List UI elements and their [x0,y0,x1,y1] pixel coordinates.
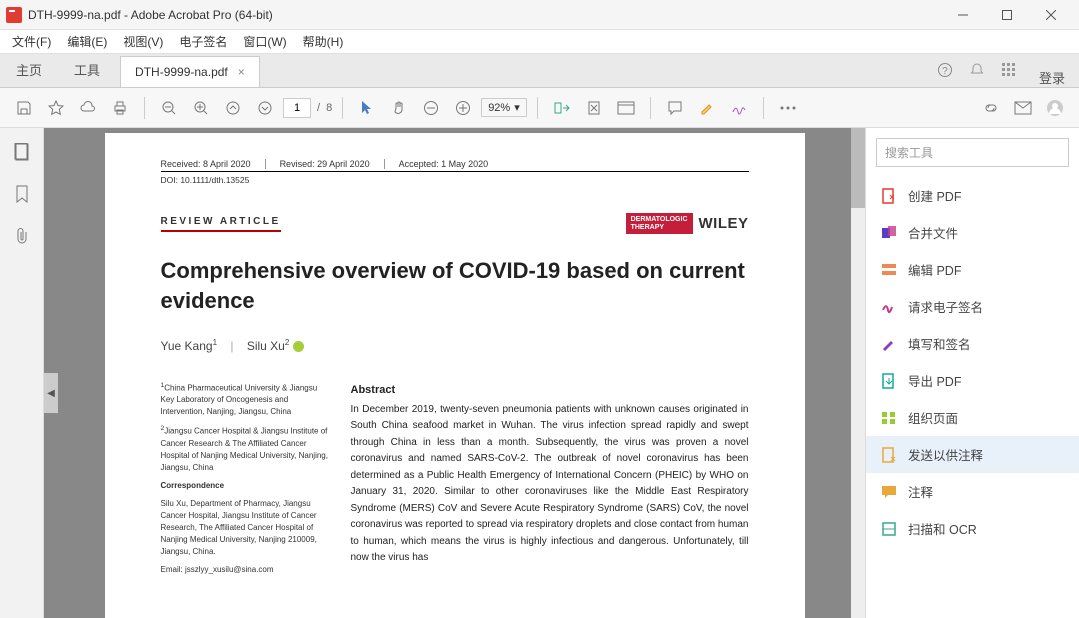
zoom-value: 92% [488,102,510,114]
menu-bar: 文件(F) 编辑(E) 视图(V) 电子签名 窗口(W) 帮助(H) [0,30,1079,54]
article-dates: Received: 8 April 2020 Revised: 29 April… [161,159,749,172]
save-icon[interactable] [10,94,38,122]
apps-icon[interactable] [993,53,1025,87]
chevron-down-icon: ▾ [514,101,520,114]
close-button[interactable] [1029,0,1073,30]
tool-combine[interactable]: 合并文件 [866,214,1079,251]
tool-send-comments[interactable]: 发送以供注释 [866,436,1079,473]
maximize-button[interactable] [985,0,1029,30]
authors: Yue Kang1 | Silu Xu2 [161,338,749,353]
account-icon[interactable] [1041,94,1069,122]
orcid-icon [293,341,304,352]
fit-width-icon[interactable] [548,94,576,122]
main-area: ◀ ▶ Received: 8 April 2020 Revised: 29 A… [0,128,1079,618]
date-revised: Revised: 29 April 2020 [280,159,385,169]
page-up-icon[interactable] [219,94,247,122]
plus-icon[interactable] [449,94,477,122]
help-icon[interactable]: ? [929,53,961,87]
tool-organize[interactable]: 组织页面 [866,399,1079,436]
minimize-button[interactable] [941,0,985,30]
publisher-logo: WILEY [699,215,749,232]
tool-export-pdf[interactable]: 导出 PDF [866,362,1079,399]
tab-tools[interactable]: 工具 [58,52,116,87]
tools-list: 创建 PDF 合并文件 编辑 PDF 请求电子签名 填写和签名 导出 PDF 组… [866,177,1079,618]
menu-sign[interactable]: 电子签名 [171,30,235,53]
tab-document-label: DTH-9999-na.pdf [135,65,228,79]
doi: DOI: 10.1111/dth.13525 [161,175,749,185]
collapse-left-icon[interactable]: ◀ [44,373,58,413]
abstract: Abstract In December 2019, twenty-seven … [351,381,749,582]
fit-page-icon[interactable] [580,94,608,122]
bell-icon[interactable] [961,53,993,87]
title-bar: DTH-9999-na.pdf - Adobe Acrobat Pro (64-… [0,0,1079,30]
menu-window[interactable]: 窗口(W) [235,30,294,53]
pdf-file-icon [6,7,22,23]
zoom-in-icon[interactable] [187,94,215,122]
tool-comment[interactable]: 注释 [866,473,1079,510]
correspondence-heading: Correspondence [161,480,331,492]
highlight-icon[interactable] [693,94,721,122]
minus-icon[interactable] [417,94,445,122]
zoom-out-icon[interactable] [155,94,183,122]
pointer-icon[interactable] [353,94,381,122]
scrollbar-thumb[interactable] [851,128,865,208]
left-sidebar [0,128,44,618]
svg-text:?: ? [942,66,948,77]
cloud-icon[interactable] [74,94,102,122]
search-tools-input[interactable]: 搜索工具 [876,138,1069,167]
read-mode-icon[interactable] [612,94,640,122]
hand-icon[interactable] [385,94,413,122]
sign-icon[interactable] [725,94,753,122]
tool-scan-ocr[interactable]: 扫描和 OCR [866,510,1079,547]
menu-help[interactable]: 帮助(H) [295,30,352,53]
correspondence-email: Email: jsszlyy_xusilu@sina.com [161,564,331,576]
menu-edit[interactable]: 编辑(E) [59,30,115,53]
tab-close-icon[interactable]: × [238,65,245,79]
comment-icon[interactable] [661,94,689,122]
tool-fill-sign[interactable]: 填写和签名 [866,325,1079,362]
print-icon[interactable] [106,94,134,122]
tools-panel: 搜索工具 创建 PDF 合并文件 编辑 PDF 请求电子签名 填写和签名 导出 … [865,128,1079,618]
page-down-icon[interactable] [251,94,279,122]
pdf-page: Received: 8 April 2020 Revised: 29 April… [105,133,805,618]
page-total: 8 [326,102,332,114]
scrollbar[interactable] [851,128,865,618]
attachment-icon[interactable] [12,226,32,246]
tab-home[interactable]: 主页 [0,52,58,87]
page-sep: / [317,102,320,114]
page-current-input[interactable] [283,98,311,118]
journal-badge: DERMATOLOGIC THERAPY [626,213,693,234]
author-2: Silu Xu [247,339,285,353]
correspondence: Silu Xu, Department of Pharmacy, Jiangsu… [161,498,331,558]
article-type: REVIEW ARTICLE [161,216,281,232]
author-1: Yue Kang [161,339,213,353]
tool-create-pdf[interactable]: 创建 PDF [866,177,1079,214]
toolbar: / 8 92% ▾ [0,88,1079,128]
date-accepted: Accepted: 1 May 2020 [399,159,503,169]
affiliations: 1China Pharmaceutical University & Jiang… [161,381,331,582]
article-title: Comprehensive overview of COVID-19 based… [161,256,749,315]
document-viewport[interactable]: ◀ ▶ Received: 8 April 2020 Revised: 29 A… [44,128,865,618]
thumbnails-icon[interactable] [12,142,32,162]
tab-bar: 主页 工具 DTH-9999-na.pdf × ? 登录 [0,54,1079,88]
bookmark-icon[interactable] [12,184,32,204]
menu-file[interactable]: 文件(F) [4,30,59,53]
tool-request-sign[interactable]: 请求电子签名 [866,288,1079,325]
journal-brand: DERMATOLOGIC THERAPY WILEY [626,213,749,234]
abstract-heading: Abstract [351,381,749,399]
star-icon[interactable] [42,94,70,122]
date-received: Received: 8 April 2020 [161,159,266,169]
login-button[interactable]: 登录 [1025,68,1079,87]
zoom-select[interactable]: 92% ▾ [481,98,527,117]
menu-view[interactable]: 视图(V) [115,30,171,53]
abstract-text: In December 2019, twenty-seven pneumonia… [351,402,749,567]
more-icon[interactable] [774,94,802,122]
window-title: DTH-9999-na.pdf - Adobe Acrobat Pro (64-… [28,8,941,22]
link-icon[interactable] [977,94,1005,122]
tool-edit-pdf[interactable]: 编辑 PDF [866,251,1079,288]
tab-document[interactable]: DTH-9999-na.pdf × [120,56,260,87]
mail-icon[interactable] [1009,94,1037,122]
